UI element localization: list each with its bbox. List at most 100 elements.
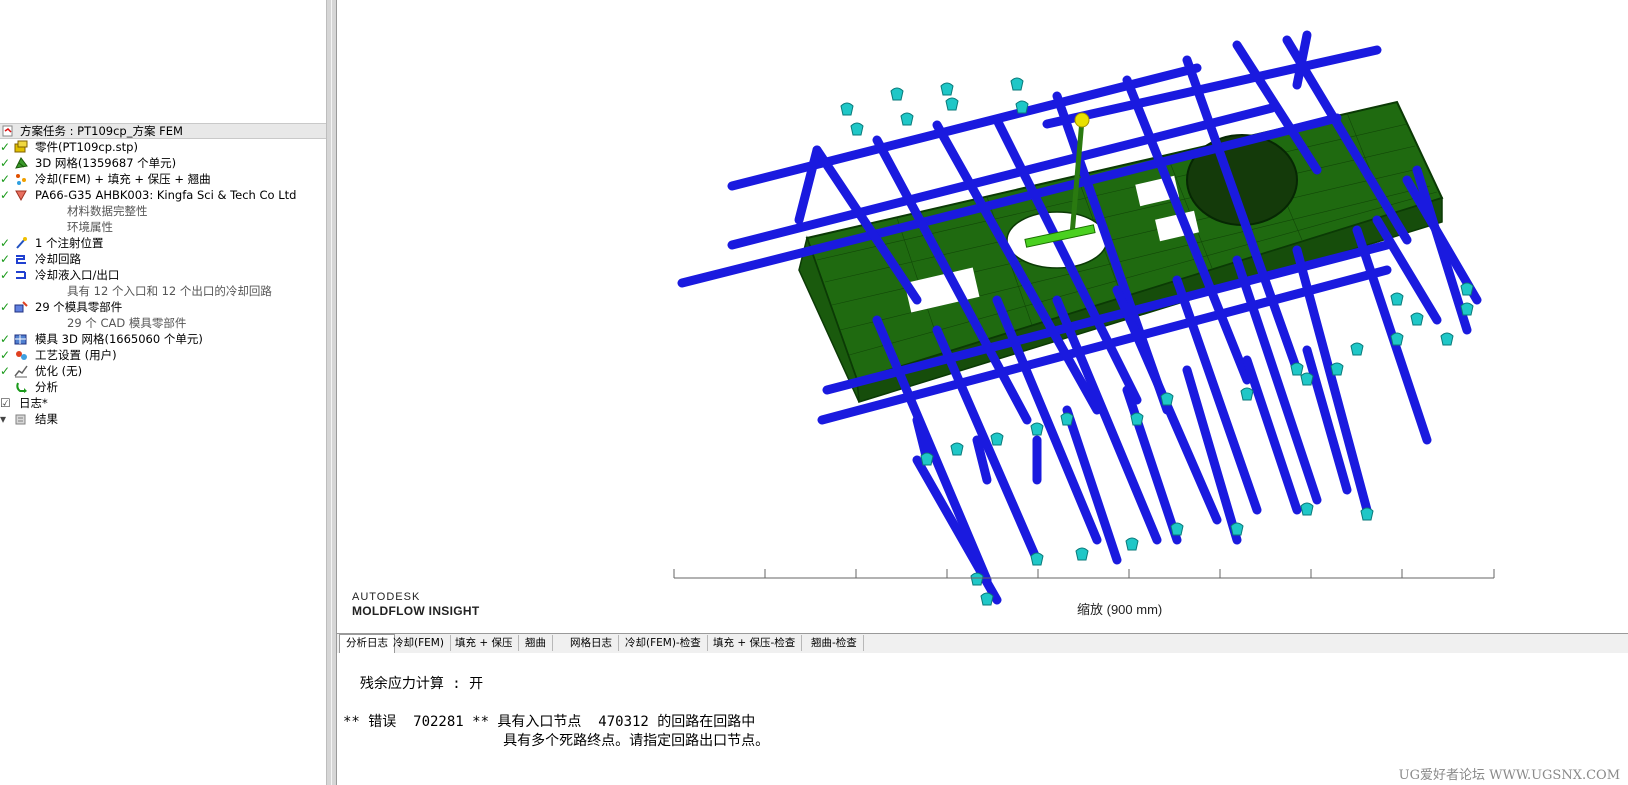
coolant-arrow-icon	[890, 87, 904, 101]
coolant-arrow-icon	[945, 97, 959, 111]
results-icon	[14, 412, 30, 426]
tree-item[interactable]: ✓ 模具 3D 网格(1665060 个单元)	[0, 331, 326, 347]
check-icon: ✓	[0, 156, 11, 170]
parts-icon	[14, 300, 30, 314]
log-line-error: ** 错误 702281 ** 具有入口节点 470312 的回路在回路中	[343, 714, 756, 730]
check-icon: ✓	[0, 364, 11, 378]
study-task-icon	[2, 125, 18, 139]
coolant-arrow-icon	[1015, 100, 1029, 114]
coolant-arrow-icon	[1330, 362, 1344, 376]
coolant-arrow-icon	[1460, 302, 1474, 316]
coolant-arrow-icon	[1290, 362, 1304, 376]
log-tab-bar: 分析日志 冷却(FEM) 填充 + 保压 翘曲 网格日志 冷却(FEM)-检查 填充 + 保…	[337, 633, 1628, 654]
tree-header-study-task[interactable]: 方案任务 : PT109cp_方案 FEM	[0, 123, 326, 139]
tree-item-label: 零件(PT109cp.stp)	[35, 140, 138, 154]
coolant-icon	[14, 268, 30, 282]
coolant-arrow-icon	[920, 452, 934, 466]
checkbox-icon[interactable]: ☑	[0, 395, 12, 411]
coolant-arrow-icon	[990, 432, 1004, 446]
check-icon: ✓	[0, 300, 11, 314]
tree-item[interactable]: ✓ 冷却液入口/出口	[0, 267, 326, 283]
model-viewport[interactable]: AUTODESK MOLDFLOW INSIGHT 缩放 (900 mm)	[337, 0, 1628, 630]
log-tab[interactable]: 冷却(FEM)-检查	[619, 635, 708, 651]
mesh-icon	[14, 156, 30, 170]
coolant-arrow-icon	[980, 592, 994, 606]
tree-item[interactable]: 具有 12 个入口和 12 个出口的冷却回路	[0, 283, 326, 299]
coolant-arrow-icon	[940, 82, 954, 96]
coolant-arrow-icon	[1300, 372, 1314, 386]
tree-item[interactable]: ✓ PA66-G35 AHBK003: Kingfa Sci & Tech Co …	[0, 187, 326, 203]
tree-item[interactable]: ▾ 结果	[0, 411, 326, 427]
moldmesh-icon	[14, 332, 30, 346]
part-icon	[14, 140, 30, 154]
tree-item-label: 优化 (无)	[35, 364, 83, 378]
tree-item-label: 日志*	[19, 396, 48, 410]
tree-item-label: 29 个模具零部件	[35, 300, 123, 314]
scale-label: 缩放 (900 mm)	[1077, 602, 1163, 617]
scale-bar	[673, 569, 1495, 579]
tree-item[interactable]: ✓ 优化 (无)	[0, 363, 326, 379]
model-scene[interactable]	[337, 0, 1628, 630]
coolant-arrow-icon	[1130, 412, 1144, 426]
tree-item[interactable]: ✓ 1 个注射位置	[0, 235, 326, 251]
tree-item[interactable]: 环境属性	[0, 219, 326, 235]
log-tab[interactable]: 填充 + 保压-检查	[707, 635, 803, 651]
coolant-arrow-icon	[1230, 522, 1244, 536]
coolant-arrow-icon	[1410, 312, 1424, 326]
log-tab[interactable]: 翘曲-检查	[805, 635, 864, 651]
coolant-arrow-icon	[1240, 387, 1254, 401]
injection-icon	[14, 236, 30, 250]
coolant-arrow-icon	[1160, 392, 1174, 406]
watermark-text: UG爱好者论坛 WWW.UGSNX.COM	[1398, 768, 1620, 783]
log-output[interactable]: 残余应力计算 : 开 ** 错误 702281 ** 具有入口节点 470312…	[337, 653, 1628, 785]
tree-item-label: 结果	[35, 412, 58, 426]
log-tab[interactable]: 冷却(FEM)	[387, 635, 451, 651]
tree-header-label: 方案任务 : PT109cp_方案 FEM	[20, 124, 183, 138]
process-icon	[14, 348, 30, 362]
expand-arrow-icon[interactable]: ▾	[0, 411, 12, 427]
tree-item-label: 冷却回路	[35, 252, 81, 266]
material-icon	[14, 188, 30, 202]
tree-item-label: 分析	[35, 380, 58, 394]
tree-item-label: 冷却(FEM) + 填充 + 保压 + 翘曲	[35, 172, 211, 186]
coolant-arrow-icon	[1440, 332, 1454, 346]
tree-item-label: 29 个 CAD 模具零部件	[67, 316, 187, 330]
coolant-arrow-icon	[1170, 522, 1184, 536]
log-tab[interactable]: 翘曲	[519, 635, 553, 651]
tree-item-label: 模具 3D 网格(1665060 个单元)	[35, 332, 203, 346]
tree-item[interactable]: ✓ 3D 网格(1359687 个单元)	[0, 155, 326, 171]
circuit-icon	[14, 252, 30, 266]
tree-item[interactable]: ✓ 工艺设置 (用户)	[0, 347, 326, 363]
tree-blank-area	[0, 0, 326, 123]
tree-item[interactable]: 29 个 CAD 模具零部件	[0, 315, 326, 331]
tree-item[interactable]: ✓ 冷却回路	[0, 251, 326, 267]
coolant-arrow-icon	[970, 572, 984, 586]
tree-item[interactable]: ☑ 日志*	[0, 395, 326, 411]
study-tree-items: ✓ 零件(PT109cp.stp) ✓ 3D 网格(1359687 个单元) ✓ 冷却(F…	[0, 139, 326, 427]
tree-item[interactable]: 分析	[0, 379, 326, 395]
tree-item-label: 材料数据完整性	[67, 204, 148, 218]
analysis-icon	[14, 380, 30, 394]
tree-item[interactable]: ✓ 29 个模具零部件	[0, 299, 326, 315]
coolant-arrow-icon	[1030, 552, 1044, 566]
panel-splitter[interactable]	[326, 0, 337, 785]
coolant-arrow-icon	[1390, 332, 1404, 346]
coolant-arrow-icon	[1350, 342, 1364, 356]
coolant-arrow-icon	[1460, 282, 1474, 296]
check-icon: ✓	[0, 140, 11, 154]
coolant-arrow-icon	[900, 112, 914, 126]
tree-item-label: 1 个注射位置	[35, 236, 104, 250]
check-icon: ✓	[0, 236, 11, 250]
tree-item[interactable]: 材料数据完整性	[0, 203, 326, 219]
log-tab[interactable]: 网格日志	[564, 635, 619, 651]
tree-item-label: 冷却液入口/出口	[35, 268, 120, 282]
tree-item[interactable]: ✓ 冷却(FEM) + 填充 + 保压 + 翘曲	[0, 171, 326, 187]
coolant-arrow-icon	[1125, 537, 1139, 551]
log-tab[interactable]: 填充 + 保压	[449, 635, 520, 651]
autodesk-brand: AUTODESK	[352, 591, 421, 603]
study-tree-panel: 方案任务 : PT109cp_方案 FEM ✓ 零件(PT109cp.stp) ✓ 3…	[0, 0, 326, 785]
moldflow-brand: MOLDFLOW INSIGHT	[352, 604, 480, 618]
log-line: 残余应力计算 : 开	[343, 676, 484, 692]
tree-item[interactable]: ✓ 零件(PT109cp.stp)	[0, 139, 326, 155]
tree-item-label: 工艺设置 (用户)	[35, 348, 117, 362]
